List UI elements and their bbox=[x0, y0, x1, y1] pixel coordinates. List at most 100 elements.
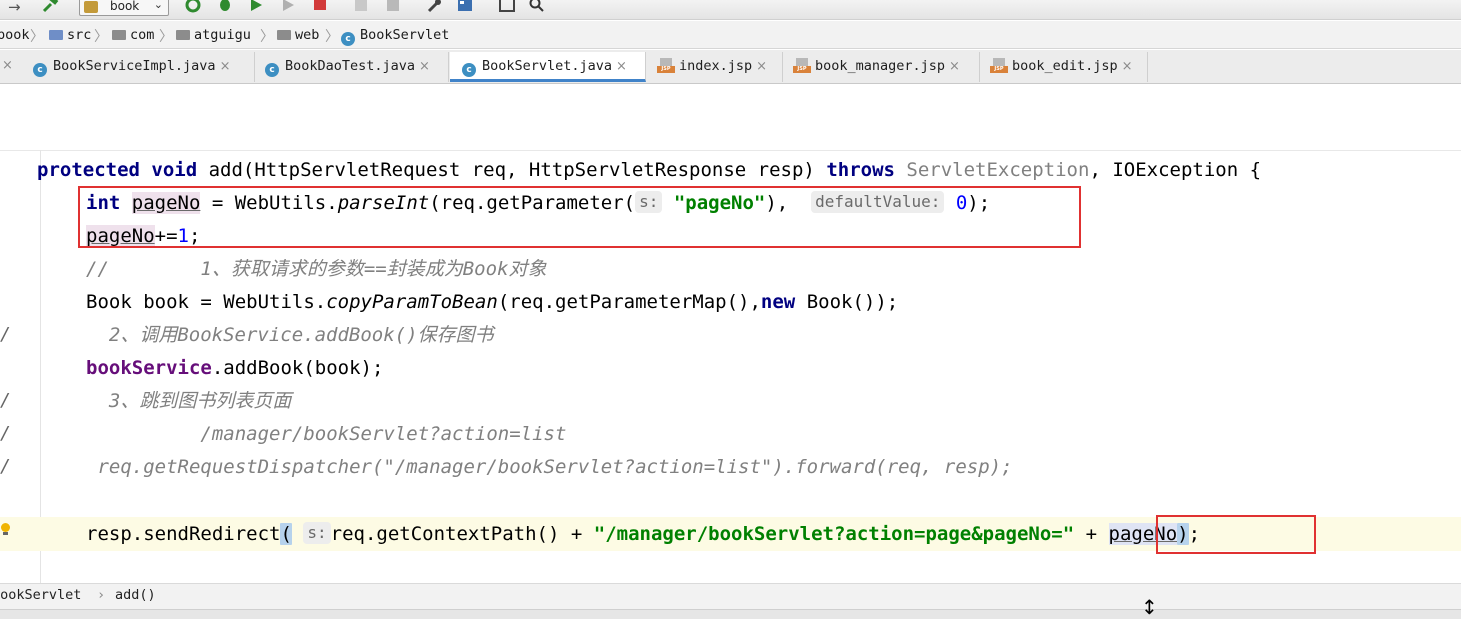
tab-label: BookServlet.java bbox=[482, 58, 613, 74]
code-line-comment-3[interactable]: 3、跳到图书列表页面 bbox=[86, 386, 291, 416]
mouse-cursor-icon: ↕ bbox=[1141, 595, 1158, 619]
jsp-file-icon: JSP bbox=[657, 58, 675, 73]
tab-book-manager-jsp[interactable]: JSP book_manager.jsp × bbox=[783, 52, 980, 82]
parameter-hint: s: bbox=[303, 522, 331, 544]
breadcrumb-method[interactable]: add() bbox=[115, 587, 156, 603]
breadcrumb-label: web bbox=[295, 27, 320, 43]
breadcrumb-separator: 〉 bbox=[260, 29, 274, 45]
gutter-comment-marker: / bbox=[0, 423, 11, 444]
breadcrumb-label: com bbox=[130, 27, 155, 43]
gutter-comment-marker: / bbox=[0, 456, 11, 477]
frame-icon[interactable] bbox=[498, 0, 516, 13]
tab-bookserviceimpl[interactable]: c BookServiceImpl.java × bbox=[23, 52, 255, 82]
search-icon[interactable] bbox=[528, 0, 546, 13]
tab-label: book_edit.jsp bbox=[1012, 58, 1118, 74]
breadcrumb-item-com[interactable]: com bbox=[112, 27, 154, 44]
close-icon[interactable]: × bbox=[756, 59, 767, 74]
tab-label: BookDaoTest.java bbox=[285, 58, 416, 74]
breadcrumb-item-atguigu[interactable]: atguigu bbox=[176, 27, 251, 44]
code-line-comment-2[interactable]: 2、调用BookService.addBook()保存图书 bbox=[86, 320, 494, 350]
class-icon: c bbox=[33, 63, 47, 77]
breadcrumb-item-book[interactable]: book bbox=[0, 27, 30, 44]
comment: 3、跳到图书列表页面 bbox=[86, 390, 292, 412]
code-text: req.getContextPath() + bbox=[330, 523, 594, 545]
close-icon[interactable]: × bbox=[2, 58, 13, 73]
vcs-icon[interactable] bbox=[352, 0, 370, 13]
comment: req.getRequestDispatcher("/manager/bookS… bbox=[86, 456, 1013, 478]
keyword: void bbox=[151, 159, 198, 181]
code-text: Book book = WebUtils. bbox=[86, 291, 327, 313]
breadcrumb-separator: 〉 bbox=[30, 29, 44, 45]
close-icon[interactable]: × bbox=[220, 59, 231, 74]
tab-index-jsp[interactable]: JSP index.jsp × bbox=[647, 52, 783, 82]
code-line-send-redirect[interactable]: resp.sendRedirect( s: req.getContextPath(… bbox=[86, 519, 1200, 549]
class-icon: c bbox=[341, 32, 355, 46]
rerun-icon[interactable] bbox=[184, 0, 202, 13]
navigation-breadcrumb: book 〉 src 〉 com 〉 atguigu 〉 web 〉 c Book… bbox=[0, 21, 1461, 49]
vcs-update-icon[interactable] bbox=[384, 0, 402, 13]
coverage-icon[interactable] bbox=[248, 0, 266, 13]
close-icon[interactable]: × bbox=[1122, 59, 1133, 74]
keyword: throws bbox=[826, 159, 895, 181]
class-icon: c bbox=[265, 63, 279, 77]
method-separator bbox=[0, 150, 1461, 151]
run-config-label: book bbox=[110, 0, 140, 13]
tab-label: book_manager.jsp bbox=[815, 58, 946, 74]
tab-bookservlet[interactable]: c BookServlet.java × bbox=[450, 52, 646, 82]
code-text: Book()); bbox=[795, 291, 899, 313]
code-text: (req.getParameterMap(), bbox=[497, 291, 761, 313]
gutter-comment-marker: / bbox=[0, 324, 11, 345]
close-icon[interactable]: × bbox=[419, 59, 430, 74]
run-config-icon bbox=[84, 1, 98, 13]
breadcrumb-item-src[interactable]: src bbox=[49, 27, 91, 44]
keyword: new bbox=[760, 291, 796, 313]
back-arrow-icon[interactable]: → bbox=[8, 0, 21, 16]
code-line-comment-1[interactable]: // 1、获取请求的参数==封装成为Book对象 bbox=[86, 254, 546, 284]
code-line-method-signature[interactable]: protected void add(HttpServletRequest re… bbox=[37, 155, 1261, 185]
tab-book-edit-jsp[interactable]: JSP book_edit.jsp × bbox=[980, 52, 1148, 82]
tab-label: index.jsp bbox=[679, 58, 753, 74]
tab-bookdaotest[interactable]: c BookDaoTest.java × bbox=[255, 52, 449, 82]
status-bar bbox=[0, 609, 1461, 619]
code-line-add-book[interactable]: bookService.addBook(book); bbox=[86, 353, 383, 383]
run-config-select[interactable]: book ⌄ bbox=[79, 0, 169, 16]
stop-icon[interactable] bbox=[313, 0, 327, 13]
code-line-copy-param[interactable]: Book book = WebUtils.copyParamToBean(req… bbox=[86, 287, 898, 317]
comment: /manager/bookServlet?action=list bbox=[86, 423, 567, 445]
highlight-box-page-no bbox=[78, 186, 1081, 248]
intention-bulb-icon[interactable] bbox=[0, 523, 10, 537]
gutter-comment-marker: / bbox=[0, 390, 11, 411]
breadcrumb-item-web[interactable]: web bbox=[277, 27, 319, 44]
debug-icon[interactable] bbox=[216, 0, 234, 13]
breadcrumb-label: BookServlet bbox=[360, 27, 450, 43]
breadcrumb-class[interactable]: BookServlet bbox=[0, 587, 81, 603]
code-text: ServletException bbox=[894, 159, 1090, 181]
close-icon[interactable]: × bbox=[949, 59, 960, 74]
highlight-box-redirect bbox=[1156, 515, 1316, 554]
project-structure-icon[interactable] bbox=[456, 0, 474, 13]
breadcrumb-label: atguigu bbox=[194, 27, 251, 43]
tab-label: BookServiceImpl.java bbox=[53, 58, 216, 74]
code-line-comment-5[interactable]: req.getRequestDispatcher("/manager/bookS… bbox=[86, 452, 1013, 482]
folder-icon bbox=[49, 30, 63, 40]
code-editor[interactable]: protected void add(HttpServletRequest re… bbox=[0, 85, 1461, 583]
build-hammer-icon[interactable] bbox=[42, 0, 60, 13]
class-icon: c bbox=[462, 63, 476, 77]
keyword: protected bbox=[37, 159, 140, 181]
comment: 2、调用BookService.addBook()保存图书 bbox=[86, 324, 494, 346]
profile-icon[interactable] bbox=[280, 0, 298, 13]
editor-tab-bar: × c BookServiceImpl.java × c BookDaoTest.ja… bbox=[0, 50, 1461, 84]
breadcrumb-separator: › bbox=[97, 587, 106, 603]
folder-icon bbox=[176, 30, 190, 40]
code-text: + bbox=[1074, 523, 1109, 545]
breadcrumb-separator: 〉 bbox=[159, 29, 173, 45]
main-toolbar: → book ⌄ bbox=[0, 0, 1461, 20]
close-icon[interactable]: × bbox=[616, 59, 627, 74]
settings-wrench-icon[interactable] bbox=[426, 0, 444, 13]
breadcrumb-label: src bbox=[67, 27, 92, 43]
code-line-comment-4[interactable]: /manager/bookServlet?action=list bbox=[86, 419, 566, 449]
code-text: .addBook(book); bbox=[211, 357, 384, 379]
code-breadcrumb: BookServlet › add() bbox=[0, 583, 1461, 609]
breadcrumb-item-bookservlet[interactable]: c BookServlet bbox=[341, 27, 450, 46]
field-name: bookService bbox=[86, 357, 212, 379]
